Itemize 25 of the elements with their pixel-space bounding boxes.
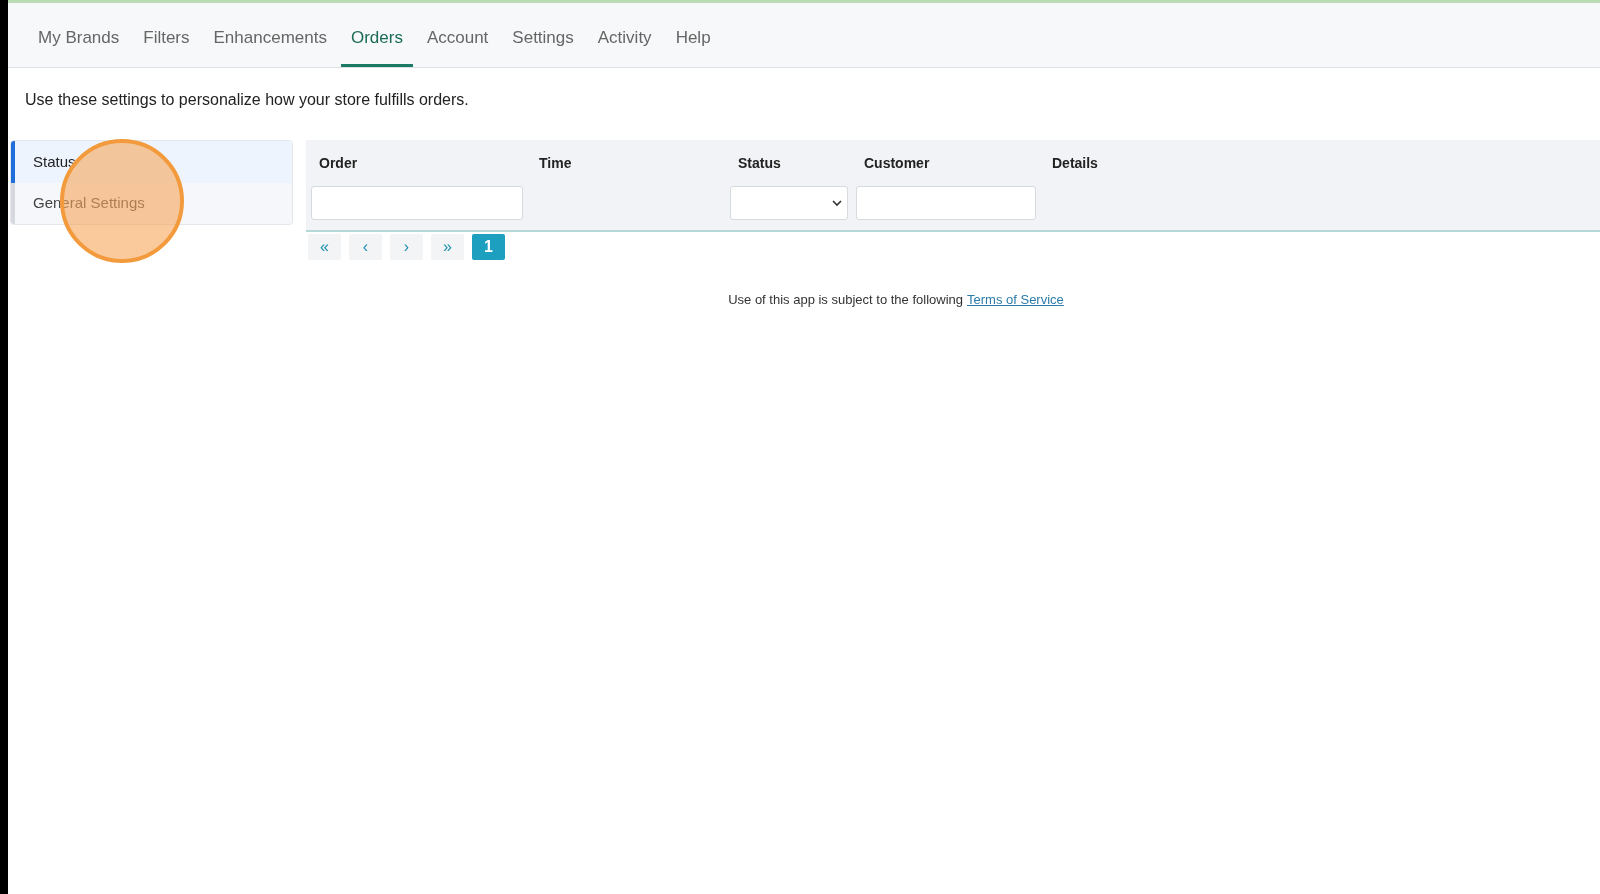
column-header: Details xyxy=(1051,153,1098,173)
nav-tab[interactable]: Activity xyxy=(587,18,662,67)
filter-input[interactable] xyxy=(856,186,1036,220)
filter-input[interactable] xyxy=(311,186,523,220)
nav-tab[interactable]: Enhancements xyxy=(203,18,337,67)
chevron-down-icon xyxy=(831,199,843,207)
column-header: Time xyxy=(538,153,572,173)
nav-tab[interactable]: Settings xyxy=(502,18,584,67)
column-header: Status xyxy=(737,153,781,173)
column-header: Customer xyxy=(863,153,930,173)
page-button[interactable]: « xyxy=(308,234,341,260)
column-header: Order xyxy=(318,153,358,173)
nav-tab[interactable]: Help xyxy=(665,18,721,67)
footer-text: Use of this app is subject to the following xyxy=(728,291,963,309)
nav-tab[interactable]: Filters xyxy=(133,18,200,67)
page-button[interactable]: » xyxy=(431,234,464,260)
terms-link[interactable]: Terms of Service xyxy=(967,290,1064,310)
nav-tab[interactable]: Orders xyxy=(340,18,413,67)
description-text: Use these settings to personalize how your store fulfills orders. xyxy=(25,90,469,110)
nav-tab[interactable]: My Brands xyxy=(28,18,130,67)
nav-tab[interactable]: Account xyxy=(416,18,499,67)
filter-select[interactable] xyxy=(730,186,848,220)
page-button[interactable]: 1 xyxy=(472,234,505,260)
page-button[interactable]: ‹ xyxy=(349,234,382,260)
page-button[interactable]: › xyxy=(390,234,423,260)
